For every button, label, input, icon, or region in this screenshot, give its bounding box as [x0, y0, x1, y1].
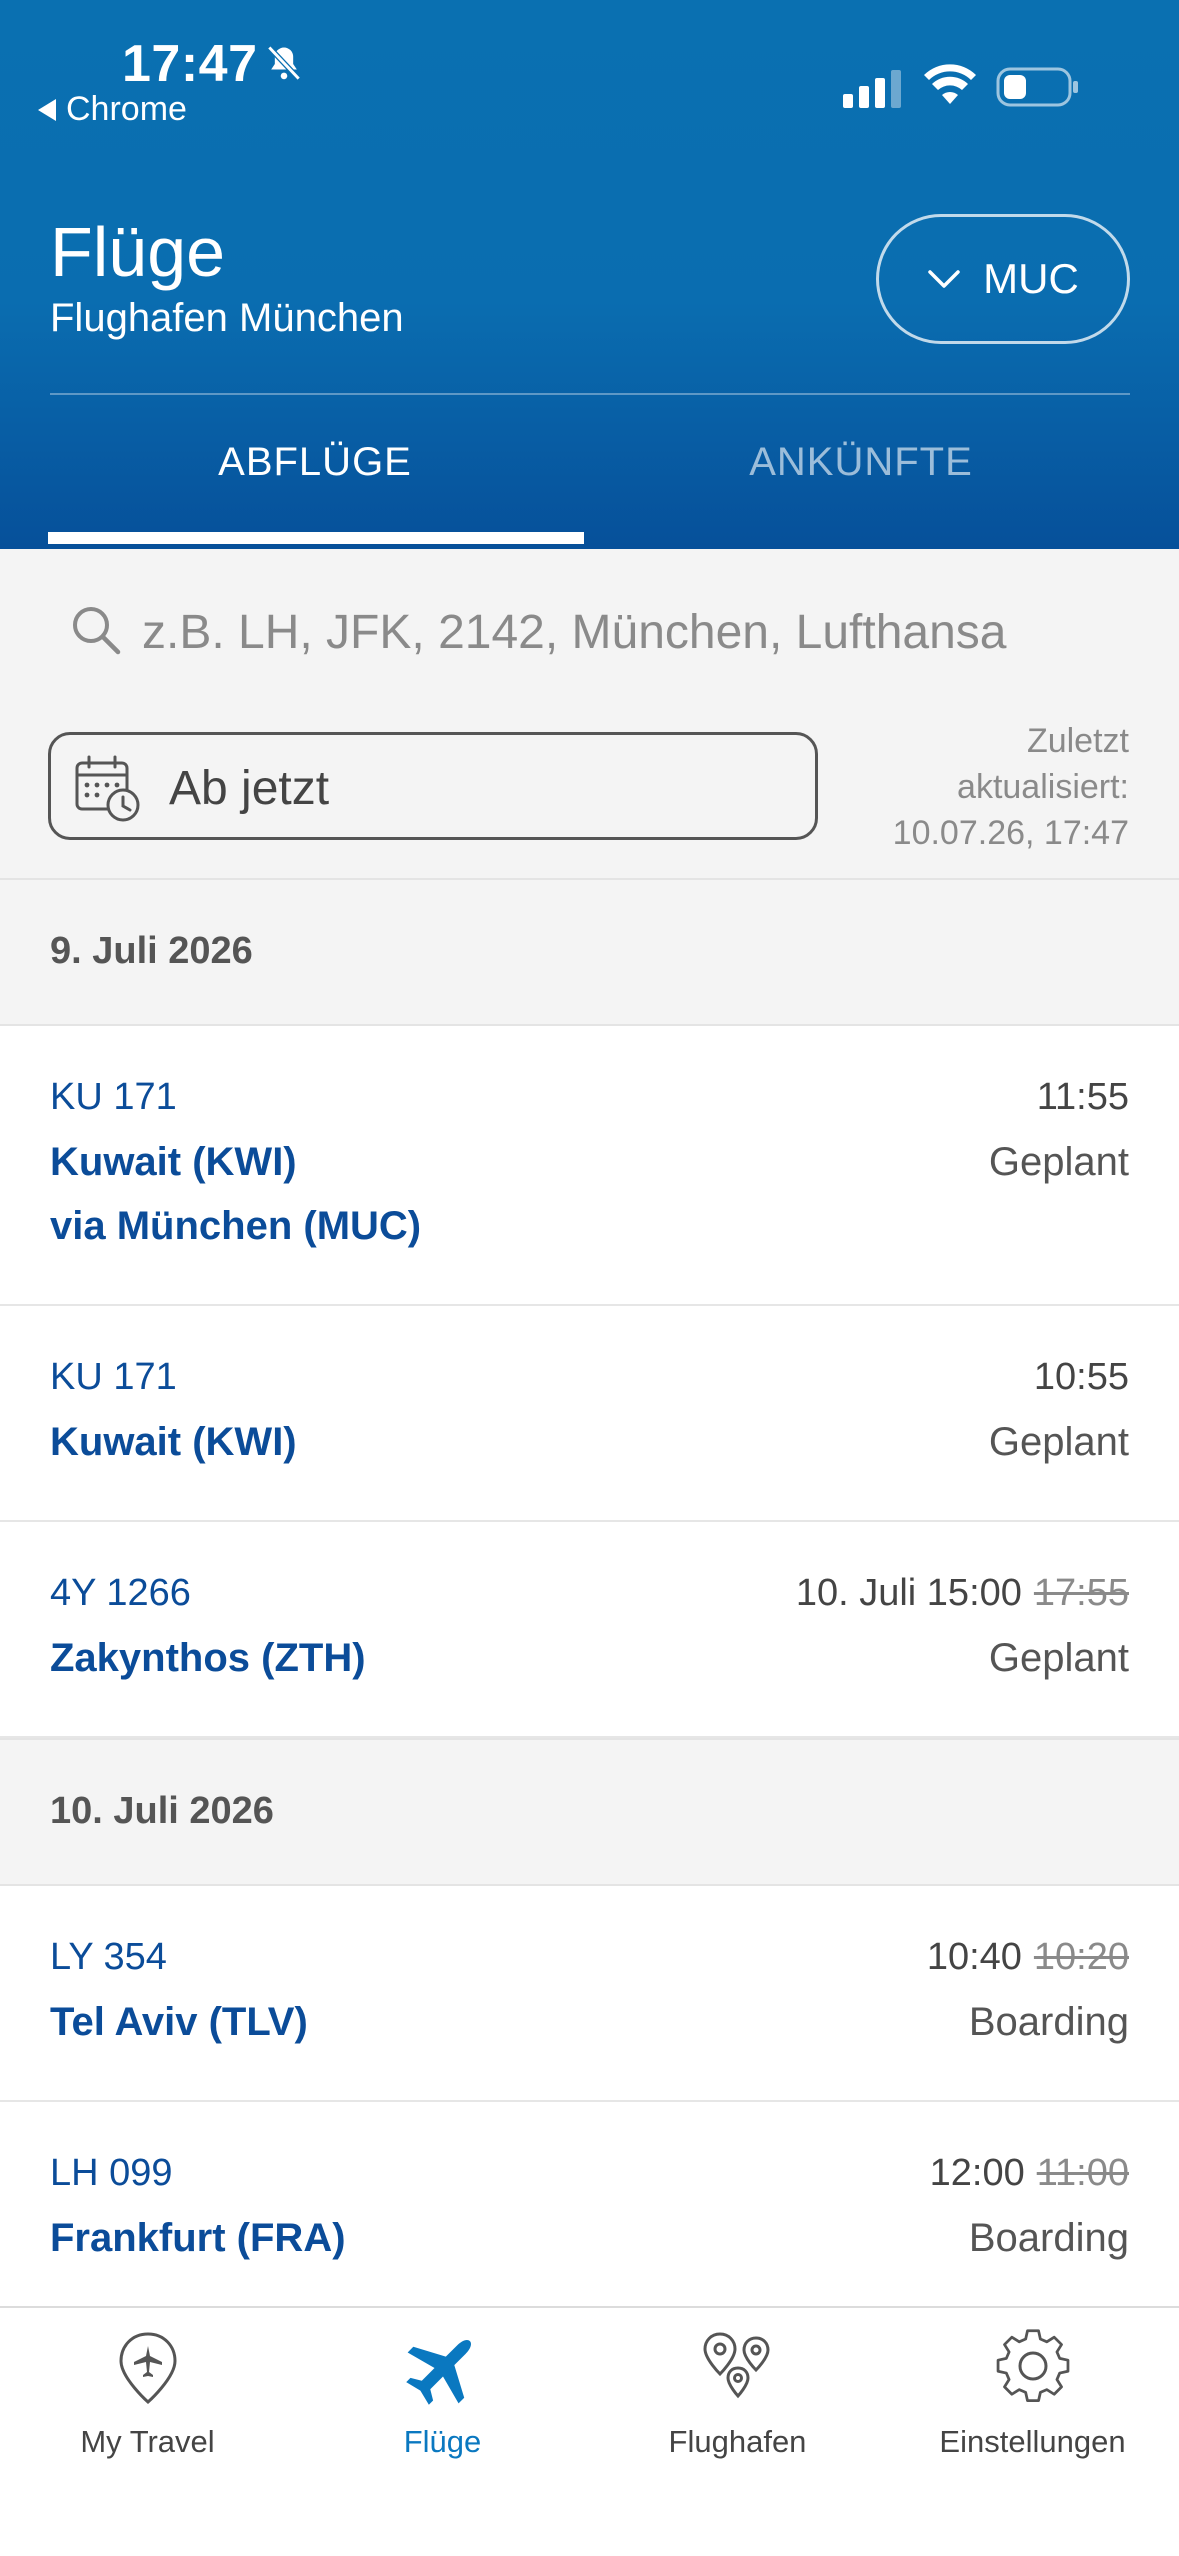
battery-icon	[996, 67, 1078, 107]
bell-slash-icon	[267, 45, 301, 81]
bottom-navigation: My Travel Flüge Flughafen Einstellungen	[0, 2306, 1179, 2556]
flight-new-time: 10:40	[926, 1936, 1022, 1978]
flight-via: via München (MUC)	[50, 1204, 422, 1248]
flight-status: Boarding	[968, 2000, 1129, 2044]
tab-departures[interactable]: ABFLÜGE	[48, 440, 582, 485]
flight-number: 4Y 1266	[50, 1572, 191, 1614]
status-time: 17:47	[122, 35, 258, 93]
tab-arrivals[interactable]: ANKÜNFTE	[594, 440, 1128, 485]
last-updated-line-1: Zuletzt	[1026, 722, 1129, 760]
map-pins-icon	[702, 2332, 770, 2399]
flight-row[interactable]: KU 171 Kuwait (KWI) 10:55 Geplant	[0, 1306, 1179, 1522]
page-title: Flüge	[50, 213, 226, 291]
flight-original-time: 11:00	[1036, 2152, 1129, 2194]
flight-row[interactable]: LY 354 Tel Aviv (TLV) 10:40 10:20 Boardin…	[0, 1886, 1179, 2102]
chevron-down-icon	[928, 270, 960, 288]
flight-time: 11:55	[1037, 1076, 1129, 1119]
flight-row[interactable]: LH 099 Frankfurt (FRA) 12:00 11:00 Boardi…	[0, 2102, 1179, 2318]
nav-label: Einstellungen	[939, 2424, 1126, 2459]
nav-item-flights[interactable]: Flüge	[295, 2308, 590, 2468]
section-date: 10. Juli 2026	[50, 1790, 274, 1832]
airplane-icon	[405, 2340, 471, 2405]
airport-select-button[interactable]: MUC	[876, 214, 1130, 344]
nav-item-airport[interactable]: Flughafen	[590, 2308, 885, 2468]
flight-status: Geplant	[988, 1636, 1129, 1680]
cellular-signal-icon	[843, 70, 901, 108]
section-header-date: 10. Juli 2026	[0, 1738, 1179, 1886]
section-date: 9. Juli 2026	[50, 930, 253, 972]
flight-destination: Frankfurt (FRA)	[50, 2216, 346, 2260]
flight-number: LH 099	[50, 2152, 173, 2194]
flight-time: 10. Juli 15:00 17:55	[796, 1572, 1129, 1615]
nav-item-my-travel[interactable]: My Travel	[0, 2308, 295, 2468]
back-arrow-icon	[38, 98, 56, 121]
section-header-date: 9. Juli 2026	[0, 878, 1179, 1026]
page-subtitle: Flughafen München	[50, 296, 404, 340]
location-plane-icon	[118, 2332, 177, 2405]
search-icon	[73, 607, 121, 655]
flight-new-time: 10. Juli 15:00	[795, 1572, 1022, 1614]
flight-scheduled-time: 11:55	[1036, 1076, 1129, 1118]
date-filter-field[interactable]: Ab jetzt	[48, 732, 818, 840]
search-input[interactable]	[142, 596, 1132, 668]
flight-number: KU 171	[50, 1356, 177, 1398]
flight-time: 10:55	[1034, 1356, 1129, 1399]
flight-status: Boarding	[968, 2216, 1129, 2260]
nav-label: My Travel	[80, 2424, 215, 2459]
header: 17:47 Chrome Flüge Flughafen München MUC…	[0, 0, 1179, 549]
wifi-icon	[924, 64, 976, 104]
calendar-clock-icon	[75, 755, 140, 822]
nav-item-settings[interactable]: Einstellungen	[885, 2308, 1179, 2468]
flight-row[interactable]: KU 171 Kuwait (KWI) via München (MUC) 11…	[0, 1026, 1179, 1306]
header-divider	[50, 393, 1130, 395]
flight-status: Geplant	[988, 1420, 1129, 1464]
flight-original-time: 17:55	[1033, 1572, 1129, 1614]
nav-label: Flüge	[403, 2424, 482, 2459]
active-tab-indicator	[48, 532, 584, 544]
flight-status: Geplant	[988, 1140, 1129, 1184]
flight-destination: Zakynthos (ZTH)	[50, 1636, 366, 1680]
flight-time: 10:40 10:20	[927, 1936, 1129, 1979]
last-updated-line-2: aktualisiert:	[957, 768, 1129, 806]
flight-new-time: 12:00	[929, 2152, 1025, 2194]
flight-scheduled-time: 10:55	[1033, 1356, 1129, 1398]
airport-code: MUC	[983, 255, 1079, 302]
flight-time: 12:00 11:00	[930, 2152, 1129, 2195]
back-label: Chrome	[66, 90, 187, 128]
last-updated-timestamp: 10.07.26, 17:47	[892, 814, 1129, 852]
last-updated-text: Zuletzt aktualisiert: 10.07.26, 17:47	[829, 718, 1129, 856]
date-filter-label: Ab jetzt	[169, 762, 330, 815]
flight-original-time: 10:20	[1033, 1936, 1129, 1978]
nav-label: Flughafen	[668, 2424, 807, 2459]
flight-number: KU 171	[50, 1076, 177, 1118]
flight-destination: Kuwait (KWI)	[50, 1420, 297, 1464]
flight-row[interactable]: 4Y 1266 Zakynthos (ZTH) 10. Juli 15:00 17…	[0, 1522, 1179, 1738]
flight-destination: Tel Aviv (TLV)	[50, 2000, 308, 2044]
gear-icon	[996, 2329, 1069, 2403]
flight-destination: Kuwait (KWI)	[50, 1140, 297, 1184]
flight-number: LY 354	[50, 1936, 167, 1978]
back-to-chrome-link[interactable]: Chrome	[38, 90, 187, 129]
